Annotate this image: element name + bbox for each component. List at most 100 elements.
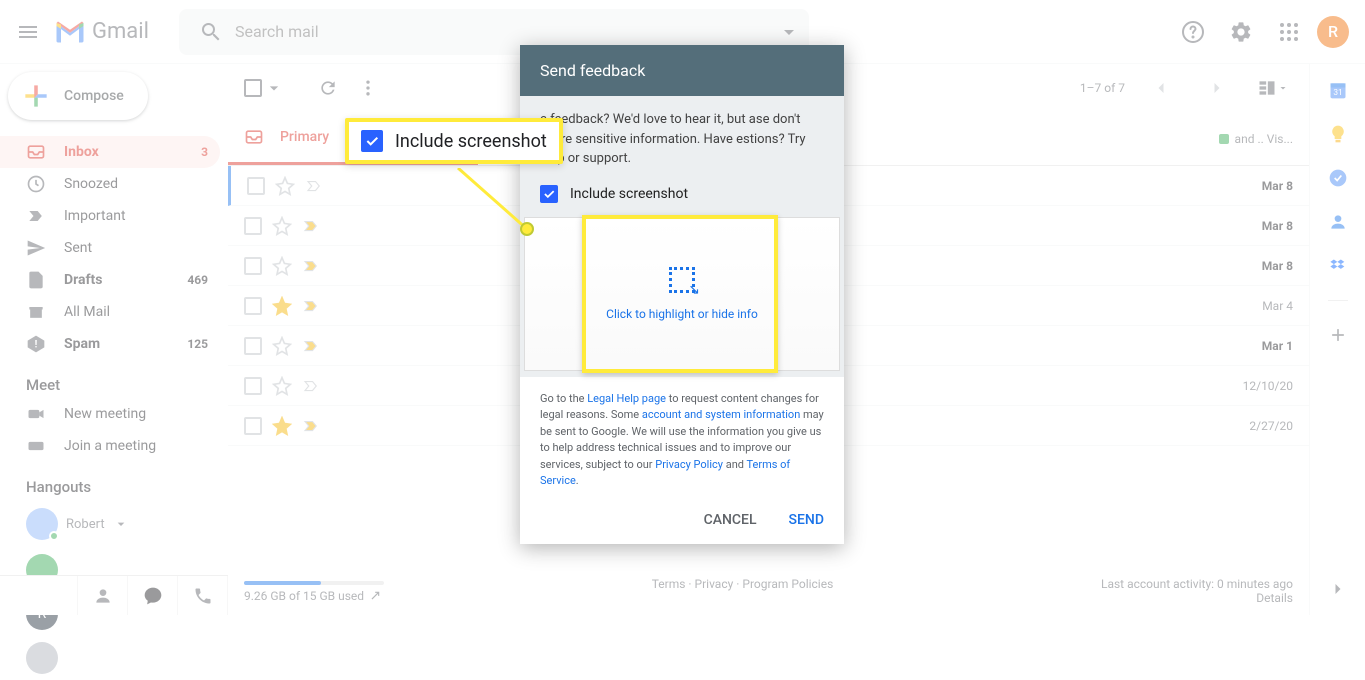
hangouts-chat-tab[interactable]: [128, 576, 178, 615]
calendar-icon[interactable]: 31: [1328, 80, 1348, 100]
mail-date: Mar 1: [1262, 339, 1293, 353]
importance-marker[interactable]: [302, 217, 320, 235]
hamburger-icon: [16, 20, 40, 44]
sidebar-item-sent[interactable]: Sent: [0, 232, 220, 264]
hangouts-bubble-icon: [143, 586, 163, 606]
account-info-link[interactable]: account and system information: [642, 408, 800, 421]
dialog-title: Send feedback: [520, 45, 844, 96]
gmail-m-icon: [52, 14, 88, 50]
importance-marker[interactable]: [302, 257, 320, 275]
phone-icon: [193, 586, 213, 606]
add-addon-icon[interactable]: [1328, 325, 1348, 345]
sidebar-item-count: 3: [201, 145, 208, 159]
sidebar-item-spam[interactable]: ! Spam 125: [0, 328, 220, 360]
hangouts-username: Robert: [66, 517, 105, 532]
star-button[interactable]: [272, 376, 292, 396]
row-checkbox[interactable]: [244, 217, 262, 235]
sidebar-item-new-meeting[interactable]: New meeting: [0, 398, 220, 430]
privacy-link[interactable]: Privacy: [695, 577, 734, 591]
sidebar-item-important[interactable]: Important: [0, 200, 220, 232]
row-checkbox[interactable]: [244, 337, 262, 355]
importance-marker[interactable]: [302, 417, 320, 435]
sidebar-item-join-meeting[interactable]: Join a meeting: [0, 430, 220, 462]
hangouts-person-tab[interactable]: [78, 576, 128, 615]
sidebar-item-count: 469: [187, 273, 208, 287]
importance-marker[interactable]: [302, 337, 320, 355]
gear-icon: [1229, 20, 1253, 44]
screenshot-preview[interactable]: ↘ Click to highlight or hide info: [524, 217, 840, 371]
details-link[interactable]: Details: [1256, 591, 1293, 605]
include-screenshot-checkbox[interactable]: Include screenshot: [520, 179, 844, 217]
gmail-text: Gmail: [92, 19, 149, 44]
star-button[interactable]: [272, 256, 292, 276]
sidebar-item-drafts[interactable]: Drafts 469: [0, 264, 220, 296]
svg-text:!: !: [35, 339, 38, 350]
dropbox-icon[interactable]: [1328, 256, 1348, 276]
row-checkbox[interactable]: [244, 377, 262, 395]
importance-marker[interactable]: [305, 177, 323, 195]
support-button[interactable]: [1173, 12, 1213, 52]
highlight-selector-icon: ↘: [669, 267, 695, 293]
draft-icon: [26, 270, 46, 290]
search-input[interactable]: [235, 22, 801, 41]
keep-icon[interactable]: [1328, 124, 1348, 144]
include-screenshot-label: Include screenshot: [570, 186, 688, 202]
sidebar-item-snoozed[interactable]: Snoozed: [0, 168, 220, 200]
apps-button[interactable]: [1269, 12, 1309, 52]
row-checkbox[interactable]: [244, 297, 262, 315]
star-button[interactable]: [272, 216, 292, 236]
hangouts-current-user[interactable]: Robert: [0, 500, 228, 548]
sidebar-item-inbox[interactable]: Inbox 3: [0, 136, 220, 168]
privacy-policy-link[interactable]: Privacy Policy: [655, 458, 723, 471]
refresh-button[interactable]: [308, 68, 348, 108]
annotation-target-dot: [520, 222, 534, 236]
policies-link[interactable]: Program Policies: [742, 577, 833, 591]
collapse-rail-icon[interactable]: [1328, 579, 1348, 599]
more-button[interactable]: [348, 68, 388, 108]
footer-links: Terms · Privacy · Program Policies: [652, 577, 834, 605]
svg-text:31: 31: [1333, 88, 1342, 98]
hangouts-contact[interactable]: [0, 636, 228, 680]
account-avatar[interactable]: R: [1317, 16, 1349, 48]
tasks-icon[interactable]: [1328, 168, 1348, 188]
next-page-button[interactable]: [1197, 68, 1237, 108]
star-button[interactable]: [275, 176, 295, 196]
row-checkbox[interactable]: [244, 417, 262, 435]
video-icon: [26, 404, 46, 424]
apps-grid-icon: [1277, 20, 1301, 44]
density-button[interactable]: [1253, 68, 1293, 108]
terms-link[interactable]: Terms: [652, 577, 686, 591]
inbox-icon: [26, 142, 46, 162]
chevron-left-icon: [1151, 78, 1171, 98]
importance-marker[interactable]: [302, 377, 320, 395]
snippet-text: and .. Vis...: [1235, 132, 1293, 146]
hangouts-phone-tab[interactable]: [178, 576, 228, 615]
send-feedback-dialog: Send feedback e feedback? We'd love to h…: [520, 45, 844, 544]
contacts-icon[interactable]: [1328, 212, 1348, 232]
compose-button[interactable]: Compose: [8, 72, 148, 120]
prev-page-button[interactable]: [1141, 68, 1181, 108]
settings-button[interactable]: [1221, 12, 1261, 52]
importance-marker[interactable]: [302, 297, 320, 315]
send-button[interactable]: SEND: [789, 512, 824, 528]
tab-label: Primary: [280, 129, 329, 145]
pagination-text: 1–7 of 7: [1080, 81, 1125, 95]
sidebar-item-label: New meeting: [64, 406, 208, 422]
sidebar-item-allmail[interactable]: All Mail: [0, 296, 220, 328]
sidebar-item-label: Sent: [64, 240, 208, 256]
legal-help-link[interactable]: Legal Help page: [587, 392, 666, 405]
refresh-icon: [318, 78, 338, 98]
star-button[interactable]: [272, 296, 292, 316]
gmail-logo[interactable]: Gmail: [52, 14, 149, 50]
search-icon: [187, 20, 235, 44]
main-menu-button[interactable]: [8, 12, 48, 52]
click-hint-text: Click to highlight or hide info: [606, 307, 758, 321]
cancel-button[interactable]: CANCEL: [704, 512, 757, 528]
search-options-dropdown[interactable]: [777, 20, 801, 44]
star-button[interactable]: [272, 416, 292, 436]
split-pane-icon: [1257, 78, 1277, 98]
star-button[interactable]: [272, 336, 292, 356]
row-checkbox[interactable]: [244, 257, 262, 275]
row-checkbox[interactable]: [247, 177, 265, 195]
select-all-checkbox[interactable]: [244, 78, 284, 98]
